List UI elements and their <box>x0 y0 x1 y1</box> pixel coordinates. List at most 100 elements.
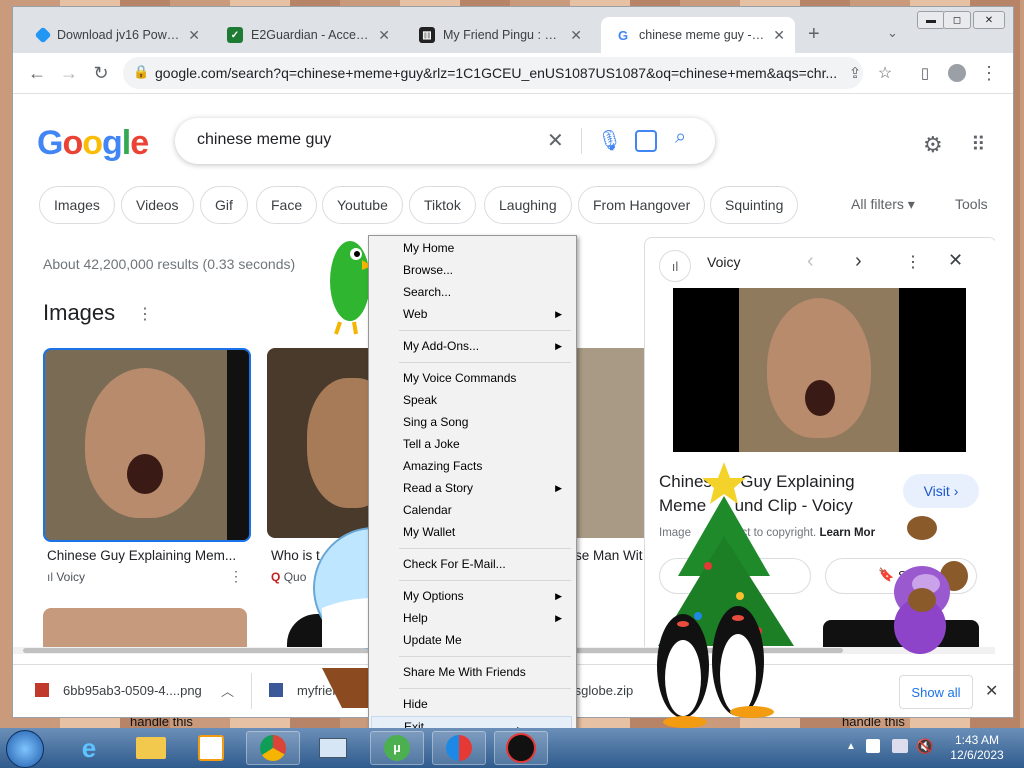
start-button-windows-icon[interactable] <box>6 730 44 768</box>
chip-squinting[interactable]: Squinting <box>710 186 799 224</box>
menu-item-amazing-facts[interactable]: Amazing Facts <box>371 456 572 476</box>
quora-icon: Q <box>271 570 281 584</box>
reload-icon[interactable]: ↻ <box>89 61 113 85</box>
share-icon[interactable]: ⇪ <box>843 61 867 85</box>
menu-item-label: Speak <box>403 393 438 407</box>
menu-item-tell-a-joke[interactable]: Tell a Joke <box>371 434 572 454</box>
action-center-flag-icon[interactable] <box>866 739 880 753</box>
tab-pingu[interactable]: ▥ My Friend Pingu : Free Download ✕ <box>405 17 592 53</box>
menu-item-my-home[interactable]: My Home <box>371 238 572 258</box>
google-logo[interactable]: Google <box>37 124 149 163</box>
more-options-icon[interactable]: ⋮ <box>229 568 243 585</box>
vpn-taskbar-button[interactable] <box>432 731 486 765</box>
minimize-button[interactable]: ▬ <box>917 11 945 29</box>
christmas-tree-penguins-icon[interactable] <box>628 456 828 728</box>
chevron-up-icon[interactable]: ︿ <box>221 681 234 700</box>
volume-muted-icon[interactable]: 🔇 <box>916 738 933 755</box>
address-bar[interactable]: 🔒 google.com/search?q=chinese+meme+guy&r… <box>123 57 863 89</box>
bookmark-star-icon[interactable]: ☆ <box>873 61 897 85</box>
window-close-button[interactable]: ✕ <box>973 11 1005 29</box>
tab-search-chevron-icon[interactable]: ⌄ <box>887 25 898 41</box>
tab-e2guardian[interactable]: ✓ E2Guardian - Access Denied ✕ <box>213 17 400 53</box>
menu-item-browse[interactable]: Browse... <box>371 260 572 280</box>
more-options-icon[interactable]: ⋮ <box>137 304 153 324</box>
menu-item-speak[interactable]: Speak <box>371 390 572 410</box>
back-arrow-icon[interactable]: ← <box>25 61 49 85</box>
search-box[interactable]: ✕ 🎙 ⌕ <box>175 118 715 164</box>
chip-laughing[interactable]: Laughing <box>484 186 572 224</box>
image-result-thumbnail[interactable] <box>43 348 251 542</box>
close-icon[interactable]: ✕ <box>188 27 200 44</box>
menu-item-my-wallet[interactable]: My Wallet <box>371 522 572 542</box>
next-chevron-icon[interactable]: › <box>855 250 862 273</box>
bonzi-buddy-gorilla-icon[interactable] <box>882 508 972 663</box>
menu-item-my-options[interactable]: My Options ▶ <box>371 586 572 606</box>
tab-google-search[interactable]: G chinese meme guy - Google Search ✕ <box>601 17 795 53</box>
menu-item-my-voice-commands[interactable]: My Voice Commands <box>371 368 572 388</box>
menu-item-update-me[interactable]: Update Me <box>371 630 572 650</box>
visit-button[interactable]: Visit › <box>903 474 979 508</box>
search-icon[interactable]: ⌕ <box>675 126 686 149</box>
clear-x-icon[interactable]: ✕ <box>547 128 564 153</box>
network-icon[interactable] <box>892 739 908 753</box>
menu-item-web[interactable]: Web ▶ <box>371 304 572 324</box>
menu-item-read-a-story[interactable]: Read a Story ▶ <box>371 478 572 498</box>
chip-images[interactable]: Images <box>39 186 115 224</box>
close-icon[interactable]: ✕ <box>378 27 390 44</box>
maximize-button[interactable]: ◻ <box>943 11 971 29</box>
download-item[interactable]: 6bb95ab3-0509-4....png <box>63 683 202 698</box>
menu-item-sing-a-song[interactable]: Sing a Song <box>371 412 572 432</box>
settings-gear-icon[interactable]: ⚙ <box>923 132 943 158</box>
search-input[interactable] <box>195 130 529 150</box>
menu-item-label: Amazing Facts <box>403 459 483 473</box>
menu-item-help[interactable]: Help ▶ <box>371 608 572 628</box>
internet-explorer-icon[interactable]: e <box>62 731 116 765</box>
menu-item-share-me-with-friends[interactable]: Share Me With Friends <box>371 662 572 682</box>
profile-avatar-icon[interactable] <box>945 61 969 85</box>
image-source[interactable]: Q Quo <box>271 570 306 584</box>
forward-arrow-icon[interactable]: → <box>57 61 81 85</box>
menu-item-hide[interactable]: Hide <box>371 694 572 714</box>
chrome-taskbar-button[interactable] <box>246 731 300 765</box>
chip-face[interactable]: Face <box>256 186 318 224</box>
green-parrot-icon[interactable] <box>326 236 374 336</box>
tab-jv16[interactable]: Download jv16 PowerTools ✕ <box>23 17 210 53</box>
chip-gif[interactable]: Gif <box>200 186 248 224</box>
image-caption[interactable]: Chinese Guy Explaining Mem... <box>47 548 247 563</box>
chip-youtube[interactable]: Youtube <box>322 186 403 224</box>
file-explorer-icon[interactable] <box>124 731 178 765</box>
tray-expand-icon[interactable]: ▲ <box>846 741 856 752</box>
menu-item-check-for-e-mail[interactable]: Check For E-Mail... <box>371 554 572 574</box>
lens-camera-icon[interactable] <box>635 130 657 152</box>
utorrent-taskbar-button[interactable]: µ <box>370 731 424 765</box>
keyboard-app-icon[interactable] <box>306 731 360 765</box>
all-filters-label: All filters <box>851 196 904 212</box>
submenu-arrow-icon: ▶ <box>555 591 562 601</box>
show-all-button[interactable]: Show all <box>899 675 973 709</box>
chip-from-hangover[interactable]: From Hangover <box>578 186 706 224</box>
panel-image[interactable] <box>673 288 966 452</box>
clock[interactable]: 1:43 AM 12/6/2023 <box>944 733 1010 763</box>
close-icon[interactable]: ✕ <box>570 27 582 44</box>
menu-item-search[interactable]: Search... <box>371 282 572 302</box>
tools-button[interactable]: Tools <box>955 196 988 212</box>
microphone-icon[interactable]: 🎙 <box>597 128 622 153</box>
media-player-icon[interactable] <box>184 731 238 765</box>
close-panel-icon[interactable]: ✕ <box>948 250 963 271</box>
chip-tiktok[interactable]: Tiktok <box>409 186 476 224</box>
image-source[interactable]: ıl Voicy <box>47 570 85 584</box>
chip-videos[interactable]: Videos <box>121 186 194 224</box>
new-tab-plus-icon[interactable]: + <box>808 23 820 46</box>
menu-kebab-icon[interactable]: ⋮ <box>977 61 1001 85</box>
more-options-icon[interactable]: ⋮ <box>905 252 921 272</box>
all-filters-button[interactable]: All filters ▾ <box>851 196 915 213</box>
close-icon[interactable]: ✕ <box>773 27 785 44</box>
side-panel-icon[interactable]: ▯ <box>913 61 937 85</box>
menu-item-my-add-ons[interactable]: My Add-Ons... ▶ <box>371 336 572 356</box>
pingu-taskbar-button[interactable] <box>494 731 548 765</box>
prev-chevron-icon[interactable]: ‹ <box>807 250 814 273</box>
close-downloads-icon[interactable]: ✕ <box>985 681 998 701</box>
apps-grid-icon[interactable]: ⠿ <box>971 132 986 157</box>
menu-separator <box>399 548 571 549</box>
menu-item-calendar[interactable]: Calendar <box>371 500 572 520</box>
